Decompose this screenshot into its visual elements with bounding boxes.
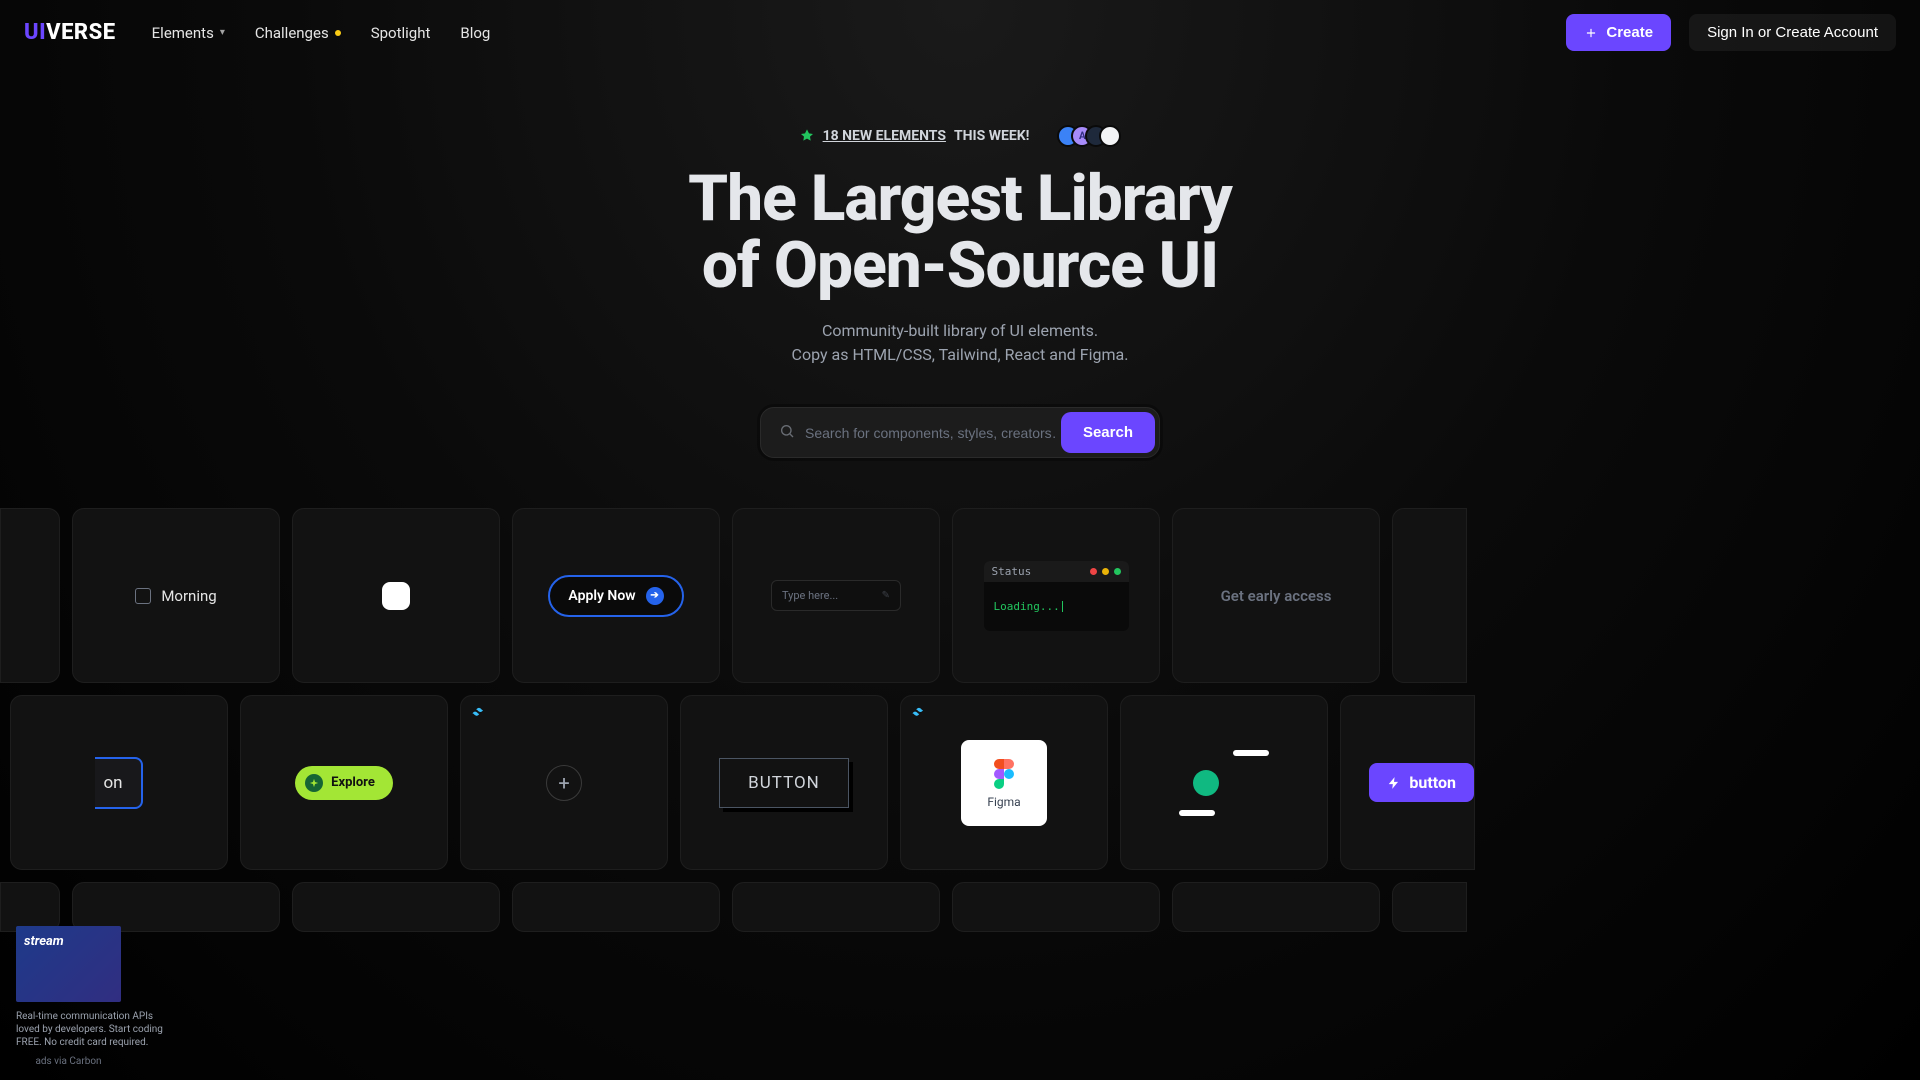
glow-label: button: [1409, 773, 1456, 792]
nav-elements-label: Elements: [152, 24, 214, 42]
checkbox-label: Morning: [161, 587, 216, 605]
ad-text: Real-time communication APIs loved by de…: [16, 1010, 166, 1049]
nav-blog[interactable]: Blog: [460, 24, 490, 42]
terminal-text: Loading...: [994, 600, 1060, 613]
component-card[interactable]: Apply Now ➔: [512, 508, 720, 683]
component-card[interactable]: [1392, 882, 1467, 932]
page-title: The Largest Library of Open-Source UI: [20, 165, 1900, 299]
component-card[interactable]: Type here... ✎: [732, 508, 940, 683]
component-card[interactable]: [952, 882, 1160, 932]
terminal-status: Status: [992, 565, 1032, 578]
logo[interactable]: UIVERSE: [24, 20, 116, 45]
component-card[interactable]: Status Loading...: [952, 508, 1160, 683]
cursor-icon: [1062, 601, 1063, 612]
component-card[interactable]: [1120, 695, 1328, 870]
nav-blog-label: Blog: [460, 24, 490, 42]
search-button[interactable]: Search: [1061, 412, 1155, 453]
component-card[interactable]: [1392, 508, 1467, 683]
figma-label: Figma: [987, 795, 1020, 809]
signin-button-label: Sign In or Create Account: [1707, 24, 1878, 41]
ad-credit: ads via Carbon: [16, 1055, 121, 1068]
rocket-icon: [799, 128, 815, 144]
nav-challenges[interactable]: Challenges: [255, 24, 341, 42]
component-card[interactable]: Get early access: [1172, 508, 1380, 683]
signin-button[interactable]: Sign In or Create Account: [1689, 14, 1896, 51]
component-card[interactable]: [1172, 882, 1380, 932]
logo-suffix: VERSE: [46, 20, 116, 45]
plus-icon: [1584, 26, 1598, 40]
glow-button-demo: button: [1369, 763, 1474, 802]
figma-card-demo: Figma: [961, 740, 1047, 826]
toggle-knob-icon: [1193, 770, 1219, 796]
component-card[interactable]: [732, 882, 940, 932]
author-avatars: A: [1065, 125, 1121, 147]
plus-circle-icon: +: [546, 765, 582, 801]
component-card[interactable]: BUTTON: [680, 695, 888, 870]
component-card[interactable]: on: [10, 695, 228, 870]
lightning-icon: [1387, 776, 1401, 790]
create-button[interactable]: Create: [1566, 14, 1671, 51]
nav-challenges-label: Challenges: [255, 24, 329, 42]
input-placeholder: Type here...: [782, 589, 838, 602]
component-card[interactable]: button: [1340, 695, 1475, 870]
title-line-1: The Largest Library: [688, 161, 1232, 236]
component-card[interactable]: Explore: [240, 695, 448, 870]
component-card[interactable]: Figma: [900, 695, 1108, 870]
apply-label: Apply Now: [568, 588, 635, 604]
notification-dot-icon: [335, 30, 341, 36]
explore-label: Explore: [331, 775, 375, 790]
nav-spotlight-label: Spotlight: [371, 24, 431, 42]
avatar: [1099, 125, 1121, 147]
input-demo: Type here... ✎: [771, 580, 901, 611]
search-input[interactable]: [801, 413, 1061, 453]
figma-icon: [991, 757, 1017, 791]
button-label: BUTTON: [748, 773, 820, 793]
explore-button-demo: Explore: [295, 766, 393, 800]
traffic-red-icon: [1090, 568, 1097, 575]
component-card[interactable]: [292, 882, 500, 932]
logo-prefix: UI: [24, 20, 46, 45]
toggle-icon: [382, 582, 410, 610]
button-fragment: on: [95, 757, 142, 809]
search-icon: [779, 423, 795, 443]
component-card[interactable]: [0, 882, 60, 932]
announcement: 18 NEW ELEMENTS THIS WEEK! A: [799, 125, 1122, 147]
toggle-demo: [1179, 748, 1269, 818]
checkbox-icon: [135, 588, 151, 604]
compass-icon: [305, 774, 323, 792]
main-nav: Elements ▾ Challenges Spotlight Blog: [152, 24, 491, 42]
create-button-label: Create: [1606, 24, 1653, 41]
carbon-ad[interactable]: Real-time communication APIs loved by de…: [16, 926, 166, 1068]
subtitle-line-2: Copy as HTML/CSS, Tailwind, React and Fi…: [20, 343, 1900, 367]
button-demo: BUTTON: [719, 758, 849, 808]
terminal-demo: Status Loading...: [984, 561, 1129, 631]
component-card[interactable]: +: [460, 695, 668, 870]
apply-button-demo: Apply Now ➔: [548, 575, 683, 617]
nav-spotlight[interactable]: Spotlight: [371, 24, 431, 42]
nav-elements[interactable]: Elements ▾: [152, 24, 225, 42]
tailwind-icon: [471, 706, 489, 718]
component-card[interactable]: [72, 882, 280, 932]
fragment-label: on: [103, 773, 122, 793]
title-line-2: of Open-Source UI: [20, 232, 1900, 299]
tailwind-icon: [911, 706, 929, 718]
component-card[interactable]: [0, 508, 60, 683]
component-card[interactable]: Morning: [72, 508, 280, 683]
ad-image: [16, 926, 121, 1002]
subtitle-line-1: Community-built library of UI elements.: [822, 321, 1098, 340]
traffic-green-icon: [1114, 568, 1121, 575]
page-subtitle: Community-built library of UI elements. …: [20, 319, 1900, 367]
component-card[interactable]: [512, 882, 720, 932]
component-card[interactable]: [292, 508, 500, 683]
announcement-link[interactable]: 18 NEW ELEMENTS: [823, 128, 946, 144]
early-access-label: Get early access: [1221, 587, 1332, 605]
traffic-yellow-icon: [1102, 568, 1109, 575]
search-bar: Search: [760, 407, 1160, 458]
chevron-down-icon: ▾: [220, 27, 225, 38]
arrow-right-icon: ➔: [646, 587, 664, 605]
announcement-rest: THIS WEEK!: [954, 128, 1029, 144]
search-button-label: Search: [1083, 424, 1133, 441]
pencil-icon: ✎: [882, 590, 890, 601]
